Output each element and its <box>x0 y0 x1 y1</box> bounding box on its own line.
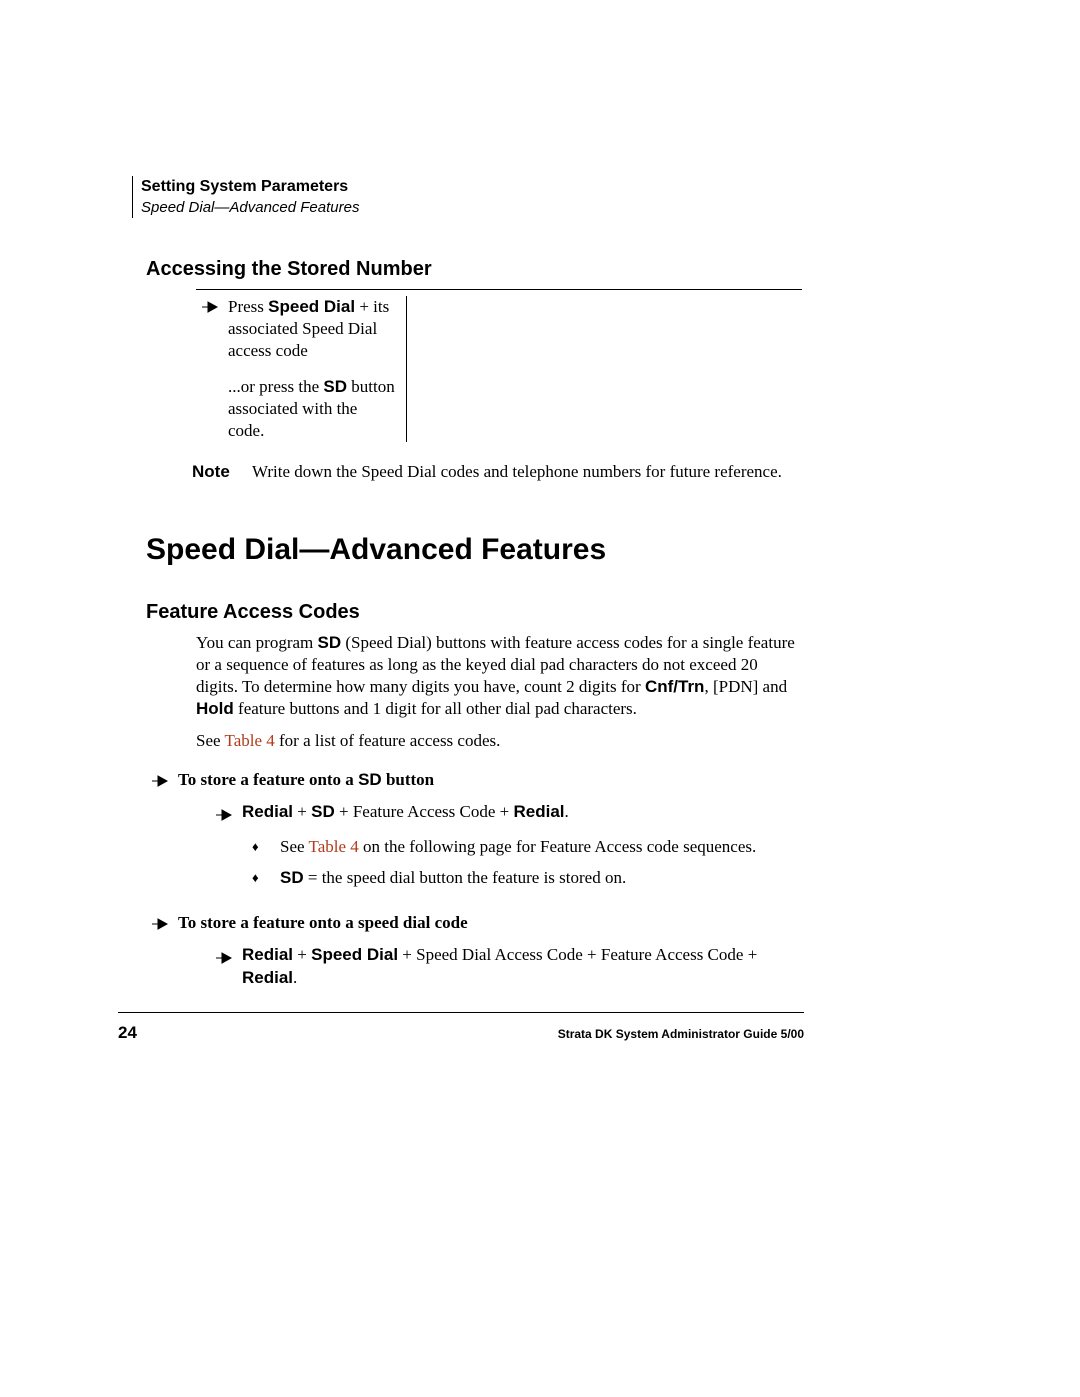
procedure-heading-sd-button: To store a feature onto a SD button <box>152 768 802 792</box>
heading-feature-access-codes: Feature Access Codes <box>146 601 802 624</box>
procedure-label: To store a feature onto a SD button <box>178 770 434 790</box>
footer-rule <box>118 1012 804 1013</box>
arrow-icon <box>216 947 234 970</box>
instruction-text: Press Speed Dial + its associated Speed … <box>228 296 396 362</box>
diamond-icon: ♦ <box>252 835 266 858</box>
arrow-icon <box>216 804 234 827</box>
section-rule <box>196 289 802 290</box>
right-empty-column <box>407 296 802 442</box>
note-text: Write down the Speed Dial codes and tele… <box>252 460 782 483</box>
crossref-table-4[interactable]: Table 4 <box>309 837 359 856</box>
page-footer: 24 Strata DK System Administrator Guide … <box>118 1012 804 1043</box>
header-chapter: Setting System Parameters <box>141 176 802 198</box>
instruction-text-alt: ...or press the SD button associated wit… <box>228 376 396 442</box>
step-redial-speed-dial: Redial + Speed Dial + Speed Dial Access … <box>216 943 802 989</box>
two-column-block: Press Speed Dial + its associated Speed … <box>132 296 802 442</box>
step-text: Redial + Speed Dial + Speed Dial Access … <box>242 943 802 989</box>
arrow-icon <box>202 300 220 318</box>
step-text: Redial + SD + Feature Access Code + Redi… <box>242 800 569 823</box>
footer-row: 24 Strata DK System Administrator Guide … <box>118 1023 804 1043</box>
sub-bullet-see-table: ♦ See Table 4 on the following page for … <box>252 835 802 858</box>
procedure-heading-speed-dial-code: To store a feature onto a speed dial cod… <box>152 911 802 935</box>
heading-speed-dial-advanced: Speed Dial—Advanced Features <box>146 533 802 567</box>
page-body: Setting System Parameters Speed Dial—Adv… <box>132 176 802 995</box>
footer-title: Strata DK System Administrator Guide 5/0… <box>558 1027 804 1041</box>
sub-bullet-text: SD = the speed dial button the feature i… <box>280 866 626 889</box>
instruction-step: Press Speed Dial + its associated Speed … <box>202 296 396 362</box>
note-block: Note Write down the Speed Dial codes and… <box>192 460 802 483</box>
running-header: Setting System Parameters Speed Dial—Adv… <box>132 176 802 218</box>
step-redial-sd: Redial + SD + Feature Access Code + Redi… <box>216 800 802 827</box>
page-number: 24 <box>118 1023 137 1043</box>
procedure-label: To store a feature onto a speed dial cod… <box>178 913 468 933</box>
note-label: Note <box>192 460 252 483</box>
crossref-table-4[interactable]: Table 4 <box>225 731 275 750</box>
arrow-icon <box>152 772 170 792</box>
sub-bullet-sd-def: ♦ SD = the speed dial button the feature… <box>252 866 802 889</box>
paragraph-see-table: See Table 4 for a list of feature access… <box>196 730 802 752</box>
diamond-icon: ♦ <box>252 866 266 889</box>
arrow-icon <box>152 915 170 935</box>
sub-bullet-text: See Table 4 on the following page for Fe… <box>280 835 756 858</box>
paragraph-intro: You can program SD (Speed Dial) buttons … <box>196 632 802 720</box>
left-instruction-column: Press Speed Dial + its associated Speed … <box>132 296 407 442</box>
header-section: Speed Dial—Advanced Features <box>141 198 802 218</box>
heading-accessing-stored-number: Accessing the Stored Number <box>146 258 802 281</box>
